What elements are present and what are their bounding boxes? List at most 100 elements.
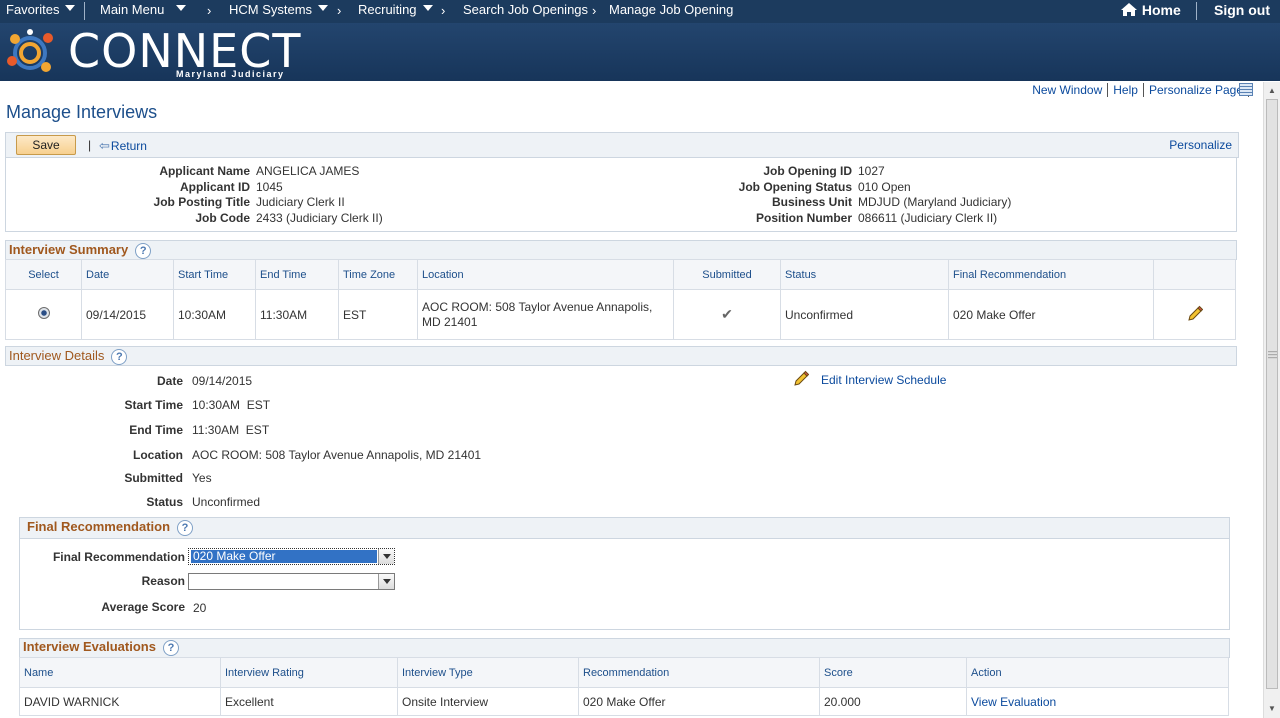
interview-evaluations-grid: Name Interview Rating Interview Type Rec… <box>19 657 1229 716</box>
return-label: Return <box>110 139 147 153</box>
personalize-link[interactable]: Personalize <box>1169 138 1232 152</box>
vertical-scrollbar[interactable]: ▲ — — — ▼ <box>1263 82 1280 718</box>
column-header-end-time: End Time <box>255 259 339 290</box>
position-number-label: Position Number <box>755 211 852 225</box>
job-posting-title-value: Judiciary Clerk II <box>256 195 345 209</box>
position-number-value: 086611 (Judiciary Clerk II) <box>858 211 998 225</box>
home-link[interactable]: Home <box>1120 0 1181 23</box>
grid-layout-icon[interactable] <box>1239 83 1253 96</box>
breadcrumb-label: Recruiting <box>358 2 417 17</box>
help-link[interactable]: Help <box>1113 83 1138 97</box>
start-time-value: 10:30AM EST <box>192 398 271 412</box>
job-code-label: Job Code <box>195 211 250 225</box>
date-cell: 09/14/2015 <box>81 289 174 340</box>
chevron-down-icon <box>65 5 76 11</box>
table-row: DAVID WARNICK Excellent Onsite Interview… <box>19 687 1229 716</box>
job-opening-id-label: Job Opening ID <box>763 164 852 178</box>
reason-label: Reason <box>141 574 185 588</box>
edit-interview-schedule-link[interactable]: Edit Interview Schedule <box>821 373 946 387</box>
interview-details-title-text: Interview Details <box>9 348 105 363</box>
main-menu-label: Main Menu <box>100 2 165 17</box>
scroll-up-icon[interactable]: ▲ <box>1268 86 1276 95</box>
business-unit-value: MDJUD (Maryland Judiciary) <box>858 195 1012 209</box>
time-zone-cell: EST <box>338 289 418 340</box>
final-recommendation-select[interactable]: 020 Make Offer <box>188 548 395 565</box>
date-label: Date <box>156 374 183 388</box>
help-icon[interactable]: ? <box>111 349 128 365</box>
interview-evaluations-title: Interview Evaluations? <box>23 639 179 656</box>
status-cell: Unconfirmed <box>780 289 949 340</box>
view-evaluation-link[interactable]: View Evaluation <box>971 695 1056 709</box>
save-button[interactable]: Save <box>16 135 76 155</box>
interview-type-cell: Onsite Interview <box>397 687 579 716</box>
edit-cell <box>1153 289 1236 340</box>
dropdown-arrow-icon[interactable] <box>378 574 394 589</box>
job-code-value: 2433 (Judiciary Clerk II) <box>256 211 383 225</box>
interview-summary-title: Interview Summary? <box>9 242 152 259</box>
link-divider <box>1107 83 1109 97</box>
column-header-date: Date <box>81 259 174 290</box>
final-recommendation-title: Final Recommendation? <box>27 519 194 536</box>
status-label: Status <box>146 495 183 509</box>
breadcrumb-manage-job-opening[interactable]: Manage Job Opening <box>609 0 733 23</box>
sign-out-link[interactable]: Sign out <box>1214 0 1270 23</box>
page-toolbar: Save | ⇦Return Personalize <box>5 132 1239 158</box>
business-unit-label: Business Unit <box>771 195 852 209</box>
status-value: Unconfirmed <box>192 495 261 509</box>
new-window-link[interactable]: New Window <box>1032 83 1102 97</box>
favorites-menu[interactable]: Favorites <box>6 0 76 23</box>
column-header-select: Select <box>5 259 82 290</box>
select-radio[interactable] <box>37 307 50 319</box>
grid-header-row: Name Interview Rating Interview Type Rec… <box>19 657 1229 688</box>
breadcrumb-label: Search Job Openings <box>463 2 589 17</box>
chevron-right-icon: › <box>207 3 212 18</box>
action-cell: View Evaluation <box>966 687 1229 716</box>
select-cell <box>5 289 82 340</box>
job-opening-status-label: Job Opening Status <box>738 180 852 194</box>
link-divider <box>1142 83 1144 97</box>
help-icon[interactable]: ? <box>162 640 179 656</box>
end-time-cell: 11:30AM <box>255 289 339 340</box>
breadcrumb-hcm-systems[interactable]: HCM Systems <box>229 0 329 23</box>
column-header-start-time: Start Time <box>173 259 256 290</box>
table-row: 09/14/2015 10:30AM 11:30AM EST AOC ROOM:… <box>5 289 1236 340</box>
dropdown-arrow-icon[interactable] <box>378 549 394 564</box>
final-recommendation-title-text: Final Recommendation <box>27 519 171 534</box>
submitted-label: Submitted <box>124 471 183 485</box>
pencil-edit-icon[interactable] <box>793 370 809 386</box>
home-label: Home <box>1141 2 1181 18</box>
toolbar-divider: | <box>88 138 92 152</box>
reason-select[interactable] <box>188 573 395 590</box>
top-nav-bar: Favorites Main Menu › HCM Systems › Recr… <box>0 0 1280 23</box>
breadcrumb-recruiting[interactable]: Recruiting <box>358 0 433 23</box>
applicant-name-value: ANGELICA JAMES <box>256 164 360 178</box>
column-header-recommendation: Recommendation <box>578 657 820 688</box>
home-icon <box>1121 3 1137 16</box>
breadcrumb-label: Manage Job Opening <box>609 2 734 17</box>
help-icon[interactable]: ? <box>177 520 194 536</box>
column-header-submitted: Submitted <box>673 259 781 290</box>
column-header-edit <box>1153 259 1236 290</box>
job-opening-id-value: 1027 <box>858 164 885 178</box>
column-header-status: Status <box>780 259 949 290</box>
checkmark-icon: ✔ <box>721 306 733 322</box>
return-link[interactable]: ⇦Return <box>99 138 147 154</box>
end-time-value: 11:30AM EST <box>192 423 270 437</box>
main-menu[interactable]: Main Menu <box>100 0 187 23</box>
grid-header-row: Select Date Start Time End Time Time Zon… <box>5 259 1236 290</box>
interview-summary-grid: Select Date Start Time End Time Time Zon… <box>5 259 1236 340</box>
favorites-label: Favorites <box>6 2 60 17</box>
help-icon[interactable]: ? <box>135 243 152 259</box>
scroll-down-icon[interactable]: ▼ <box>1268 704 1276 713</box>
nav-divider <box>84 2 85 20</box>
chevron-right-icon: › <box>441 3 446 18</box>
personalize-page-link[interactable]: Personalize Page <box>1149 83 1243 97</box>
scrollbar-thumb[interactable] <box>1266 99 1278 689</box>
pencil-edit-icon[interactable] <box>1187 305 1203 321</box>
nav-divider <box>1196 2 1197 20</box>
date-value: 09/14/2015 <box>192 374 253 388</box>
column-header-time-zone: Time Zone <box>338 259 418 290</box>
reason-selected <box>191 575 195 588</box>
breadcrumb-search-job-openings[interactable]: Search Job Openings <box>463 0 588 23</box>
chevron-right-icon: › <box>337 3 342 18</box>
